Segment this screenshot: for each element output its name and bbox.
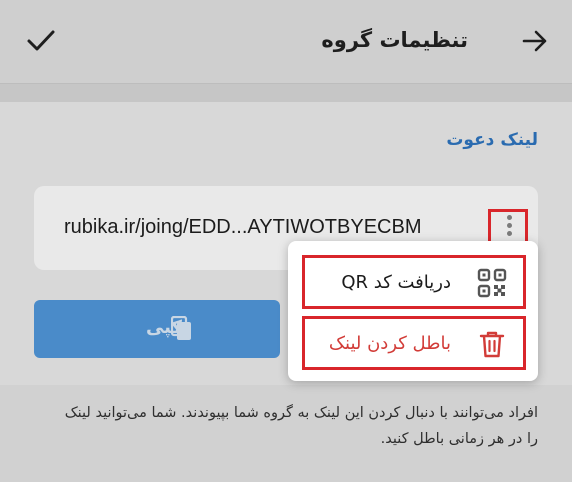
- header-divider: [0, 84, 572, 102]
- menu-item-revoke-link[interactable]: باطل کردن لینک: [302, 316, 526, 370]
- more-vertical-icon[interactable]: [506, 215, 512, 239]
- menu-item-label: دریافت کد QR: [341, 272, 451, 293]
- menu-item-label: باطل کردن لینک: [328, 333, 451, 354]
- arrow-right-icon[interactable]: [522, 28, 548, 54]
- menu-item-get-qr[interactable]: دریافت کد QR: [302, 255, 526, 309]
- section-label-invite-link: لینک دعوت: [446, 130, 538, 150]
- check-icon[interactable]: [26, 26, 56, 56]
- copy-icon: [171, 316, 191, 340]
- invite-link-text[interactable]: rubika.ir/joing/EDD...AYTIWOTBYECBM: [64, 216, 421, 239]
- qr-code-icon: [477, 268, 507, 298]
- trash-icon: [479, 331, 505, 358]
- link-options-menu: دریافت کد QR باطل کردن لینک: [288, 241, 538, 381]
- page-title: تنظیمات گروه: [321, 28, 468, 52]
- app-header: تنظیمات گروه: [0, 0, 572, 84]
- copy-button[interactable]: کپی: [34, 300, 280, 358]
- invite-description: افراد می‌توانند با دنبال کردن این لینک ب…: [64, 405, 538, 447]
